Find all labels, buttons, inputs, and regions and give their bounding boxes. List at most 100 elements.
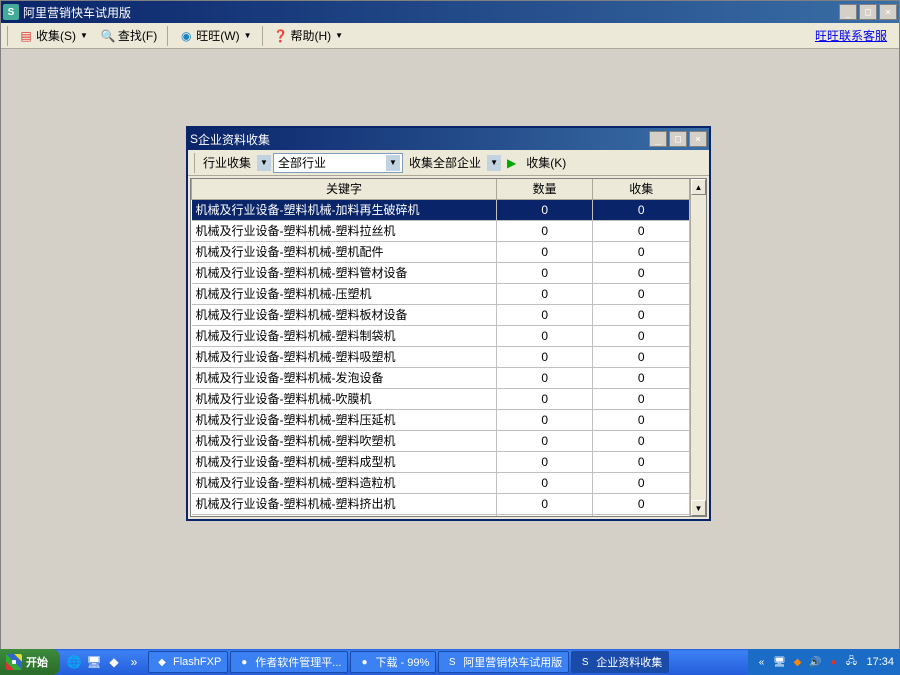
all-industries-dropdown[interactable]: 全部行业 ▼ (273, 153, 403, 173)
cell-keyword: 机械及行业设备-塑料机械-塑机配件 (192, 241, 497, 262)
main-toolbar: ▤ 收集(S) ▼ 🔍 查找(F) ◉ 旺旺(W) ▼ ❓ 帮助(H) ▼ 旺旺… (1, 23, 899, 49)
start-label: 开始 (26, 654, 48, 670)
table-row[interactable]: 机械及行业设备-塑料机械-塑机配件00 (192, 241, 690, 262)
table-row[interactable]: 机械及行业设备-塑料机械-塑料管材设备00 (192, 262, 690, 283)
table-row[interactable]: 机械及行业设备-塑料机械-塑料成型机00 (192, 451, 690, 472)
cell-keyword: 机械及行业设备-塑料机械-塑料板材设备 (192, 304, 497, 325)
inner-window: S 企业资料收集 _ □ × 行业收集 ▼ 全部行业 ▼ 收集全部企业 ▼ ▶ (186, 126, 711, 521)
cell-keyword: 机械及行业设备-塑料机械-塑料管材设备 (192, 262, 497, 283)
cell-collect: 0 (593, 346, 690, 367)
tray-icon[interactable]: ◆ (790, 655, 804, 669)
cell-keyword: 机械及行业设备-塑料机械-塑料压延机 (192, 409, 497, 430)
tray-icon[interactable]: 🖧 (844, 655, 858, 669)
cell-keyword: 机械及行业设备-塑料机械-塑料拉丝机 (192, 220, 497, 241)
cell-quantity: 0 (496, 367, 593, 388)
col-collect[interactable]: 收集 (593, 179, 690, 199)
ql-desktop-icon[interactable]: 🖥 (86, 654, 102, 670)
cell-collect: 0 (593, 430, 690, 451)
tray-icon[interactable]: ● (826, 655, 840, 669)
cell-quantity: 0 (496, 220, 593, 241)
collect-enterprise-dropdown[interactable]: ▼ (487, 155, 501, 171)
table-row[interactable]: 机械及行业设备-塑料机械-塑机辅机00 (192, 514, 690, 516)
col-keyword[interactable]: 关键字 (192, 179, 497, 199)
taskbar-item[interactable]: ●作者软件管理平... (230, 651, 348, 673)
chevron-down-icon: ▼ (244, 31, 252, 40)
cell-collect: 0 (593, 262, 690, 283)
cell-collect: 0 (593, 283, 690, 304)
ql-ie-icon[interactable]: 🌐 (66, 654, 82, 670)
taskbar-item[interactable]: S企业资料收集 (571, 651, 669, 673)
cell-collect: 0 (593, 451, 690, 472)
quick-launch: 🌐 🖥 ◆ » (60, 654, 148, 670)
inner-maximize-button[interactable]: □ (669, 131, 687, 147)
task-item-icon: ● (357, 655, 371, 669)
inner-close-button[interactable]: × (689, 131, 707, 147)
taskbar: 开始 🌐 🖥 ◆ » ◆FlashFXP●作者软件管理平...●下载 - 99%… (0, 649, 900, 675)
vertical-scrollbar[interactable]: ▲ ▼ (690, 179, 706, 516)
table-row[interactable]: 机械及行业设备-塑料机械-塑料造粒机00 (192, 472, 690, 493)
cell-quantity: 0 (496, 199, 593, 220)
tray-icon[interactable]: 🖥 (772, 655, 786, 669)
scroll-down-button[interactable]: ▼ (691, 500, 706, 516)
cell-collect: 0 (593, 472, 690, 493)
cell-collect: 0 (593, 367, 690, 388)
search-icon: 🔍 (100, 28, 116, 44)
table-row[interactable]: 机械及行业设备-塑料机械-发泡设备00 (192, 367, 690, 388)
cell-quantity: 0 (496, 325, 593, 346)
table-row[interactable]: 机械及行业设备-塑料机械-吹膜机00 (192, 388, 690, 409)
cell-quantity: 0 (496, 409, 593, 430)
table-row[interactable]: 机械及行业设备-塑料机械-塑料挤出机00 (192, 493, 690, 514)
cell-keyword: 机械及行业设备-塑料机械-塑料吸塑机 (192, 346, 497, 367)
toolbar-collect[interactable]: ▤ 收集(S) ▼ (14, 25, 92, 46)
taskbar-item[interactable]: ●下载 - 99% (350, 651, 436, 673)
industry-collect-dropdown[interactable]: ▼ (257, 155, 271, 171)
table-row[interactable]: 机械及行业设备-塑料机械-塑料压延机00 (192, 409, 690, 430)
app-icon: S (3, 4, 19, 20)
table-row[interactable]: 机械及行业设备-塑料机械-压塑机00 (192, 283, 690, 304)
cell-quantity: 0 (496, 283, 593, 304)
clock[interactable]: 17:34 (866, 656, 894, 668)
close-button[interactable]: × (879, 4, 897, 20)
cell-collect: 0 (593, 409, 690, 430)
inner-title: 企业资料收集 (198, 131, 647, 148)
taskbar-item[interactable]: ◆FlashFXP (148, 651, 228, 673)
maximize-button[interactable]: □ (859, 4, 877, 20)
ql-app-icon[interactable]: ◆ (106, 654, 122, 670)
table-row[interactable]: 机械及行业设备-塑料机械-塑料板材设备00 (192, 304, 690, 325)
cell-quantity: 0 (496, 514, 593, 516)
toolbar-wangwang[interactable]: ◉ 旺旺(W) ▼ (174, 25, 255, 46)
minimize-button[interactable]: _ (839, 4, 857, 20)
cell-quantity: 0 (496, 451, 593, 472)
scroll-up-button[interactable]: ▲ (691, 179, 706, 195)
cell-keyword: 机械及行业设备-塑料机械-塑料造粒机 (192, 472, 497, 493)
table-row[interactable]: 机械及行业设备-塑料机械-塑料吹塑机00 (192, 430, 690, 451)
main-titlebar[interactable]: S 阿里营销快车试用版 _ □ × (1, 1, 899, 23)
inner-titlebar[interactable]: S 企业资料收集 _ □ × (188, 128, 709, 150)
data-grid: 关键字 数量 收集 机械及行业设备-塑料机械-加料再生破碎机00机械及行业设备-… (190, 178, 707, 517)
inner-toolbar: 行业收集 ▼ 全部行业 ▼ 收集全部企业 ▼ ▶ 收集(K) (188, 150, 709, 176)
tray-icon[interactable]: 🔊 (808, 655, 822, 669)
table-row[interactable]: 机械及行业设备-塑料机械-塑料拉丝机00 (192, 220, 690, 241)
inner-minimize-button[interactable]: _ (649, 131, 667, 147)
start-button[interactable]: 开始 (0, 649, 60, 675)
client-area: S 企业资料收集 _ □ × 行业收集 ▼ 全部行业 ▼ 收集全部企业 ▼ ▶ (1, 49, 899, 649)
collect-button[interactable]: 收集(K) (522, 152, 570, 173)
table-row[interactable]: 机械及行业设备-塑料机械-塑料制袋机00 (192, 325, 690, 346)
table-row[interactable]: 机械及行业设备-塑料机械-塑料吸塑机00 (192, 346, 690, 367)
contact-service-link[interactable]: 旺旺联系客服 (815, 27, 895, 44)
cell-keyword: 机械及行业设备-塑料机械-塑机辅机 (192, 514, 497, 516)
taskbar-item[interactable]: S阿里营销快车试用版 (438, 651, 569, 673)
task-item-icon: ◆ (155, 655, 169, 669)
toolbar-search[interactable]: 🔍 查找(F) (96, 25, 161, 46)
wangwang-icon: ◉ (178, 28, 194, 44)
scroll-track[interactable] (691, 195, 706, 500)
toolbar-help[interactable]: ❓ 帮助(H) ▼ (269, 25, 348, 46)
collect-all-enterprises-label: 收集全部企业 (405, 154, 485, 171)
chevron-down-icon: ▼ (80, 31, 88, 40)
tray-expand-icon[interactable]: « (754, 655, 768, 669)
cell-keyword: 机械及行业设备-塑料机械-塑料成型机 (192, 451, 497, 472)
col-quantity[interactable]: 数量 (496, 179, 593, 199)
cell-keyword: 机械及行业设备-塑料机械-塑料挤出机 (192, 493, 497, 514)
task-items: ◆FlashFXP●作者软件管理平...●下载 - 99%S阿里营销快车试用版S… (148, 651, 748, 673)
table-row[interactable]: 机械及行业设备-塑料机械-加料再生破碎机00 (192, 199, 690, 220)
